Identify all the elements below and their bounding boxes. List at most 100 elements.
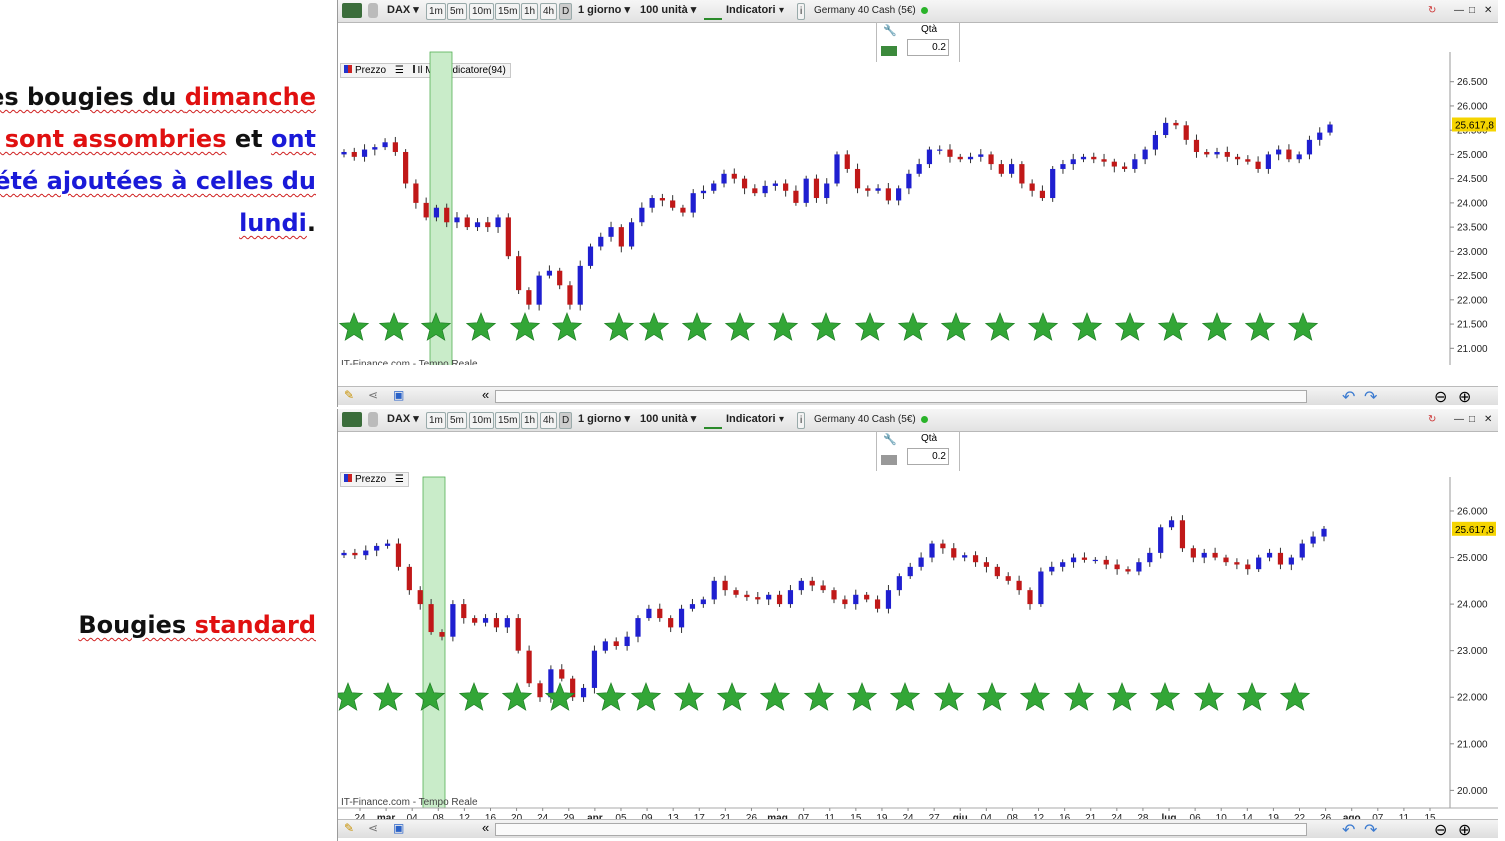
candle-body bbox=[1091, 156, 1097, 160]
timeframe-15m[interactable]: 15m bbox=[495, 412, 521, 429]
indicators-button[interactable]: Indicatori bbox=[726, 3, 776, 18]
minimize-icon[interactable]: — bbox=[1454, 3, 1464, 18]
chevron-down-icon[interactable]: ▾ bbox=[779, 3, 784, 18]
timeframe-1h[interactable]: 1h bbox=[521, 3, 539, 20]
y-tick-label: 26.000 bbox=[1457, 506, 1488, 517]
candle-body bbox=[613, 641, 619, 647]
sync-icon[interactable]: ↻ bbox=[1428, 3, 1436, 18]
star-marker bbox=[854, 312, 886, 341]
lock-icon[interactable] bbox=[368, 3, 378, 18]
candle-body bbox=[474, 222, 481, 228]
indicators-icon[interactable] bbox=[704, 3, 722, 20]
timeframe-d[interactable]: D bbox=[559, 412, 573, 429]
info-icon[interactable]: i bbox=[797, 412, 806, 429]
scrollbar[interactable] bbox=[495, 823, 1307, 836]
candle-body bbox=[1121, 166, 1128, 169]
candle-body bbox=[967, 156, 974, 160]
undo-icon[interactable]: ↶ bbox=[1342, 387, 1355, 407]
units-selector[interactable]: 100 unità ▾ bbox=[640, 3, 696, 18]
info-icon[interactable]: i bbox=[797, 3, 806, 20]
scrollbar[interactable] bbox=[495, 390, 1307, 403]
timeframe-d[interactable]: D bbox=[559, 3, 573, 20]
undo-icon[interactable]: ↶ bbox=[1342, 820, 1355, 840]
y-tick-label: 21.500 bbox=[1457, 320, 1488, 331]
candle-body bbox=[711, 580, 717, 600]
zoom-out-icon[interactable]: ⊖ bbox=[1434, 387, 1447, 407]
candle-body bbox=[1223, 557, 1229, 563]
share-icon[interactable]: ⋖ bbox=[368, 388, 378, 402]
sync-icon[interactable]: ↻ bbox=[1428, 412, 1436, 427]
zoom-out-icon[interactable]: ⊖ bbox=[1434, 820, 1447, 840]
draw-icon[interactable]: ✎ bbox=[344, 821, 354, 835]
timeframe-1m[interactable]: 1m bbox=[426, 3, 446, 20]
comment-icon[interactable]: ▣ bbox=[393, 388, 404, 402]
candle-body bbox=[1168, 520, 1175, 528]
timeframe-5m[interactable]: 5m bbox=[447, 3, 467, 20]
candle-body bbox=[526, 290, 532, 305]
candle-body bbox=[635, 618, 641, 637]
draw-icon[interactable]: ✎ bbox=[344, 388, 354, 402]
redo-icon[interactable]: ↷ bbox=[1364, 387, 1377, 407]
star-marker bbox=[976, 682, 1008, 711]
lock-icon[interactable] bbox=[368, 412, 378, 427]
status-dot-icon bbox=[921, 416, 928, 423]
candle-body bbox=[1027, 590, 1033, 605]
price-chart-top[interactable]: 26.50026.00025.50025.00024.50024.00023.5… bbox=[338, 22, 1498, 365]
minimize-icon[interactable]: — bbox=[1454, 412, 1464, 427]
y-tick-label: 26.500 bbox=[1457, 77, 1488, 88]
candle-body bbox=[831, 590, 837, 600]
timeframe-10m[interactable]: 10m bbox=[469, 3, 495, 20]
demo-icon[interactable] bbox=[342, 412, 362, 427]
candle-body bbox=[689, 604, 696, 609]
candle-body bbox=[678, 608, 685, 628]
zoom-in-icon[interactable]: ⊕ bbox=[1458, 387, 1471, 407]
timeframe-10m[interactable]: 10m bbox=[469, 412, 495, 429]
timeframe-1h[interactable]: 1h bbox=[521, 412, 539, 429]
comment-icon[interactable]: ▣ bbox=[393, 821, 404, 835]
candle-body bbox=[864, 594, 870, 600]
maximize-icon[interactable]: □ bbox=[1469, 412, 1475, 427]
timeframe-4h[interactable]: 4h bbox=[540, 412, 558, 429]
period-selector[interactable]: 1 giorno ▾ bbox=[578, 3, 630, 18]
scroll-left-icon[interactable]: « bbox=[482, 387, 489, 402]
maximize-icon[interactable]: □ bbox=[1469, 3, 1475, 18]
demo-icon[interactable] bbox=[342, 3, 362, 18]
symbol-selector[interactable]: DAX ▾ bbox=[387, 3, 419, 18]
star-marker bbox=[338, 312, 370, 341]
candle-body bbox=[557, 270, 563, 286]
indicators-icon[interactable] bbox=[704, 412, 722, 429]
candle-body bbox=[962, 555, 968, 558]
star-marker bbox=[846, 682, 878, 711]
candle-body bbox=[937, 149, 943, 151]
candle-body bbox=[624, 636, 630, 647]
indicators-button[interactable]: Indicatori bbox=[726, 412, 776, 427]
candle-body bbox=[439, 632, 445, 637]
last-price-label: 25.617,8 bbox=[1455, 525, 1494, 536]
watermark-label: IT-Finance.com - Tempo Reale bbox=[341, 359, 478, 365]
y-tick-label: 24.000 bbox=[1457, 600, 1488, 611]
symbol-selector[interactable]: DAX ▾ bbox=[387, 412, 419, 427]
candle-body bbox=[1299, 543, 1305, 558]
share-icon[interactable]: ⋖ bbox=[368, 821, 378, 835]
candle-body bbox=[454, 217, 460, 223]
price-chart-bottom[interactable]: 26.000 25.000 24.000 23.000 22.000 21.000 20.0… bbox=[338, 431, 1498, 823]
zoom-in-icon[interactable]: ⊕ bbox=[1458, 820, 1471, 840]
timeframe-15m[interactable]: 15m bbox=[495, 3, 521, 20]
units-selector[interactable]: 100 unità ▾ bbox=[640, 412, 696, 427]
redo-icon[interactable]: ↷ bbox=[1364, 820, 1377, 840]
close-icon[interactable]: ✕ bbox=[1484, 3, 1492, 18]
timeframe-1m[interactable]: 1m bbox=[426, 412, 446, 429]
candle-body bbox=[978, 154, 984, 157]
timeframe-5m[interactable]: 5m bbox=[447, 412, 467, 429]
scroll-left-icon[interactable]: « bbox=[482, 820, 489, 835]
period-selector[interactable]: 1 giorno ▾ bbox=[578, 412, 630, 427]
candle-body bbox=[722, 580, 728, 591]
star-marker bbox=[673, 682, 705, 711]
candle-body bbox=[983, 562, 990, 567]
candle-body bbox=[406, 566, 412, 591]
y-tick-label: 22.000 bbox=[1457, 295, 1488, 306]
candle-body bbox=[711, 183, 717, 191]
chevron-down-icon[interactable]: ▾ bbox=[779, 412, 784, 427]
timeframe-4h[interactable]: 4h bbox=[540, 3, 558, 20]
close-icon[interactable]: ✕ bbox=[1484, 412, 1492, 427]
